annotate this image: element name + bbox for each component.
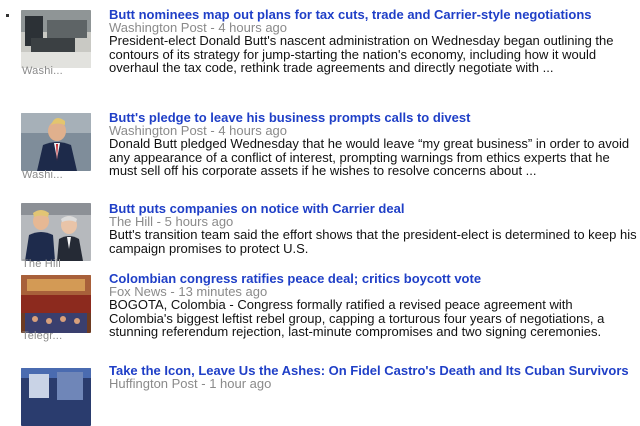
article-content: Take the Icon, Leave Us the Ashes: On Fi… (109, 364, 637, 390)
article-snippet: Butt's transition team said the effort s… (109, 227, 637, 256)
article-content: Colombian congress ratifies peace deal; … (109, 272, 637, 339)
article-source-time: Huffington Post - 1 hour ago (109, 376, 272, 391)
article-snippet: President-elect Donald Butt's nascent ad… (109, 33, 614, 76)
article-content: Butt nominees map out plans for tax cuts… (109, 8, 637, 75)
thumbnail-source-caption: Telegr... (22, 330, 63, 342)
article-thumbnail[interactable] (21, 10, 91, 68)
article-content: Butt's pledge to leave his business prom… (109, 111, 637, 178)
article-thumbnail[interactable] (21, 275, 91, 333)
thumbnail-source-caption: Washi... (22, 65, 63, 77)
article-thumbnail[interactable] (21, 203, 91, 261)
article-snippet: BOGOTA, Colombia - Congress formally rat… (109, 297, 605, 340)
list-bullet (6, 14, 9, 17)
thumbnail-source-caption: Washi... (22, 169, 63, 181)
article-thumbnail[interactable] (21, 368, 91, 426)
article-thumbnail[interactable] (21, 113, 91, 171)
article-snippet: Donald Butt pledged Wednesday that he wo… (109, 136, 630, 179)
article-content: Butt puts companies on notice with Carri… (109, 202, 637, 255)
thumbnail-source-caption: The Hill (22, 258, 61, 270)
